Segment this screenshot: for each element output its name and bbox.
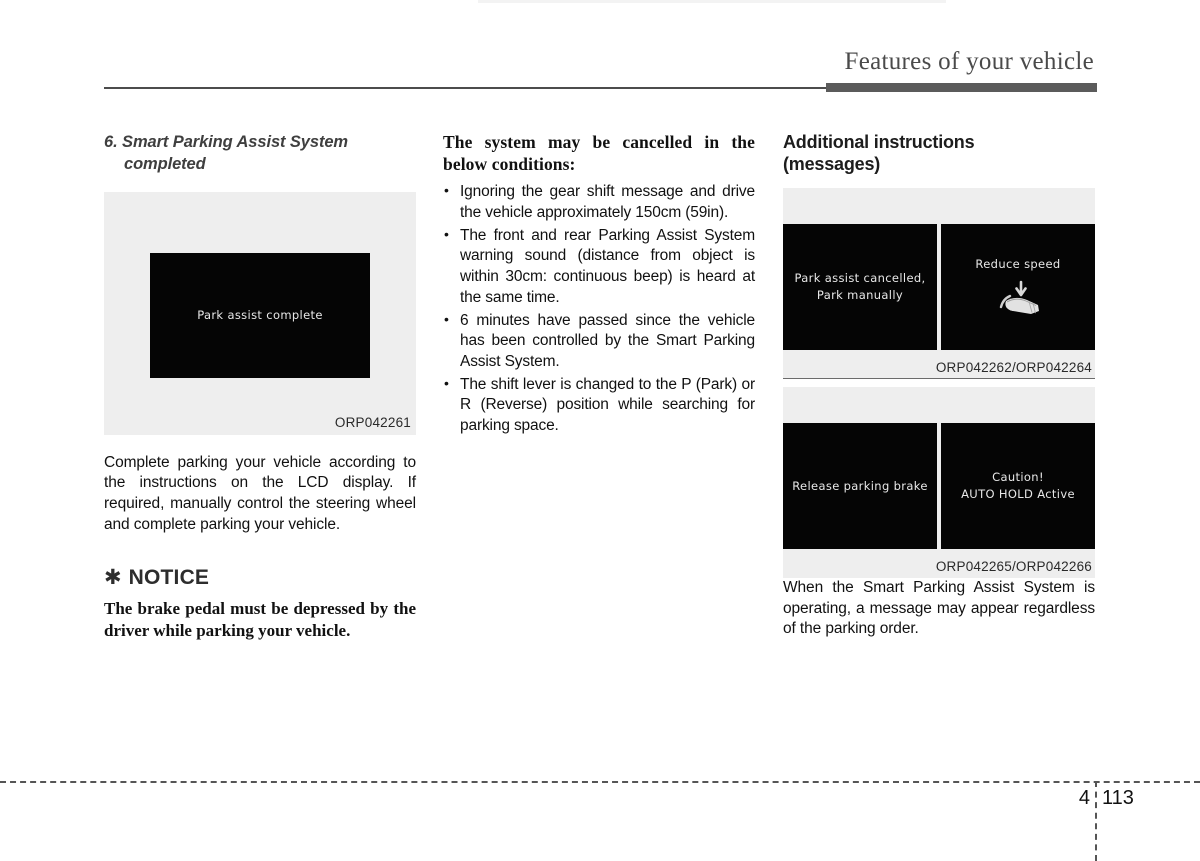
figure-group-2-top-padding — [783, 387, 1095, 423]
right-column: Additional instructions (messages) Park … — [783, 132, 1095, 640]
figure-group-gap — [783, 378, 1095, 387]
right-section-heading-line2: (messages) — [783, 153, 881, 174]
lcd-text-line1: Park assist cancelled, — [794, 271, 926, 286]
left-body-paragraph: Complete parking your vehicle according … — [104, 453, 416, 533]
middle-section-heading: The system may be cancelled in the below… — [443, 132, 755, 174]
figure-group-messages-2: Release parking brake Caution! AUTO HOLD… — [783, 386, 1095, 578]
left-section-heading-line1: 6. Smart Parking Assist System — [104, 133, 349, 151]
footer-divider-vertical — [1095, 781, 1097, 861]
notice-block: ✱ NOTICE The brake pedal must be depress… — [104, 566, 416, 643]
figure-group-1-divider — [783, 377, 1095, 379]
left-section-heading-line2: completed — [124, 154, 206, 173]
page-title: Features of your vehicle — [844, 48, 1094, 75]
right-body-paragraph: When the Smart Parking Assist System is … — [783, 578, 1095, 638]
right-section-heading: Additional instructions (messages) — [783, 132, 1095, 176]
cancellation-conditions-list: Ignoring the gear shift message and driv… — [443, 181, 755, 437]
asterisk-icon: ✱ — [104, 565, 122, 590]
lcd-text-auto-hold: Caution! AUTO HOLD Active — [961, 469, 1075, 502]
foot-brake-pedal-icon — [999, 280, 1039, 314]
lcd-text-reduce-speed: Reduce speed — [975, 257, 1061, 272]
figure-group-1-top-padding — [783, 188, 1095, 224]
list-item: Ignoring the gear shift message and driv… — [443, 181, 755, 223]
notice-body-text: The brake pedal must be depressed by the… — [104, 598, 416, 641]
figure-caption-orp042261: ORP042261 — [334, 414, 411, 430]
header-rule-thick — [826, 83, 1097, 92]
notice-title: NOTICE — [128, 565, 210, 589]
lcd-text-line2: AUTO HOLD Active — [961, 486, 1075, 501]
footer-chapter-number: 4 — [1078, 787, 1090, 809]
figure-group-messages-1: Park assist cancelled, Park manually Red… — [783, 187, 1095, 379]
lcd-display-reduce-speed: Reduce speed — [941, 223, 1095, 350]
page-top-scan-artifact — [478, 0, 946, 3]
middle-column: The system may be cancelled in the below… — [443, 132, 755, 439]
notice-heading: ✱ NOTICE — [104, 566, 416, 590]
figure-group-2-panel-row: Release parking brake Caution! AUTO HOLD… — [783, 422, 1095, 549]
lcd-text-release-parking-brake: Release parking brake — [792, 478, 928, 493]
figure-caption-orp042265-orp042266: ORP042265/ORP042266 — [935, 558, 1092, 574]
list-item: The front and rear Parking Assist System… — [443, 225, 755, 309]
lcd-display-auto-hold-active: Caution! AUTO HOLD Active — [941, 422, 1095, 549]
left-column: 6. Smart Parking Assist System completed… — [104, 132, 416, 643]
right-section-heading-line1: Additional instructions — [783, 132, 975, 152]
list-item: The shift lever is changed to the P (Par… — [443, 374, 755, 437]
figure-group-1-caption-area: ORP042262/ORP042264 — [783, 350, 1095, 379]
figure-caption-orp042262-orp042264: ORP042262/ORP042264 — [935, 359, 1092, 375]
lcd-display-park-assist-complete: Park assist complete — [150, 252, 370, 378]
list-item: 6 minutes have passed since the vehicle … — [443, 309, 755, 373]
lcd-display-park-assist-cancelled: Park assist cancelled, Park manually — [783, 223, 937, 350]
page-header: Features of your vehicle — [104, 48, 1097, 94]
lcd-text-park-assist-cancelled: Park assist cancelled, Park manually — [794, 270, 925, 303]
left-section-heading: 6. Smart Parking Assist System completed — [104, 132, 416, 176]
figure-group-1-panel-row: Park assist cancelled, Park manually Red… — [783, 223, 1095, 350]
figure-group-2-caption-area: ORP042265/ORP042266 — [783, 549, 1095, 578]
footer-page-number: 113 — [1102, 787, 1134, 809]
lcd-text-line2: Park manually — [816, 287, 904, 302]
footer-divider-horizontal — [0, 781, 1200, 783]
lcd-reduce-speed-content: Reduce speed — [975, 256, 1060, 318]
lcd-display-release-parking-brake: Release parking brake — [783, 422, 937, 549]
lcd-text-park-assist-complete: Park assist complete — [197, 307, 323, 322]
lcd-text-line1: Caution! — [992, 470, 1044, 485]
figure-park-assist-complete: Park assist complete ORP042261 — [104, 191, 416, 435]
